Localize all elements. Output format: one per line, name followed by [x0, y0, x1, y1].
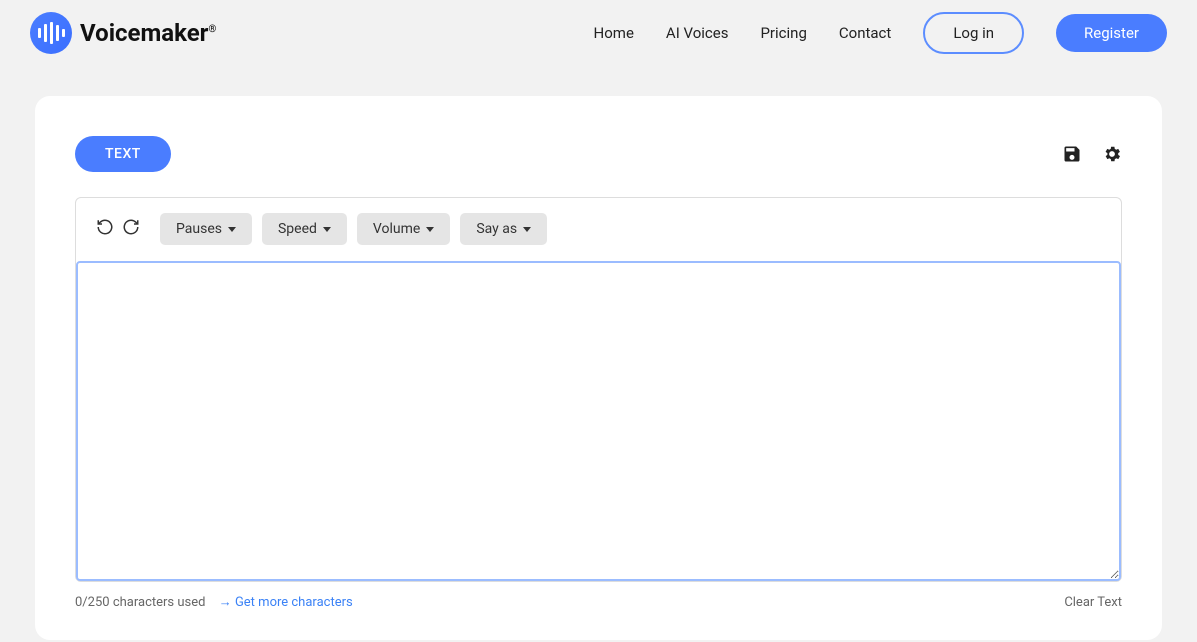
editor-box: Pauses Speed Volume Say as — [75, 197, 1122, 582]
chevron-down-icon — [228, 227, 236, 232]
text-input[interactable] — [76, 261, 1121, 581]
chevron-down-icon — [323, 227, 331, 232]
nav-pricing[interactable]: Pricing — [760, 24, 806, 42]
speed-dropdown[interactable]: Speed — [262, 213, 347, 245]
chevron-down-icon — [523, 227, 531, 232]
nav-home[interactable]: Home — [594, 24, 634, 42]
gear-icon[interactable] — [1102, 144, 1122, 164]
register-button[interactable]: Register — [1056, 14, 1167, 52]
arrow-right-icon: → — [219, 595, 232, 610]
panel-top-row: TEXT — [75, 136, 1122, 172]
nav-ai-voices[interactable]: AI Voices — [666, 24, 729, 42]
redo-icon[interactable] — [122, 218, 140, 240]
undo-icon[interactable] — [96, 218, 114, 240]
char-count-label: 0/250 characters used — [75, 595, 205, 610]
say-as-dropdown[interactable]: Say as — [460, 213, 547, 245]
login-button[interactable]: Log in — [923, 12, 1024, 54]
tab-text[interactable]: TEXT — [75, 136, 171, 172]
pauses-dropdown[interactable]: Pauses — [160, 213, 252, 245]
nav-contact[interactable]: Contact — [839, 24, 891, 42]
header: Voicemaker® Home AI Voices Pricing Conta… — [0, 0, 1197, 66]
clear-text-button[interactable]: Clear Text — [1064, 595, 1122, 610]
main-panel: TEXT Pauses Sp — [35, 96, 1162, 640]
panel-top-icons — [1062, 144, 1122, 164]
editor-footer: 0/250 characters used → Get more charact… — [75, 594, 1122, 610]
nav: Home AI Voices Pricing Contact Log in Re… — [594, 12, 1167, 54]
logo-icon — [30, 12, 72, 54]
undo-redo-group — [96, 218, 140, 240]
chevron-down-icon — [426, 227, 434, 232]
brand-name: Voicemaker® — [80, 19, 216, 47]
brand-logo[interactable]: Voicemaker® — [30, 12, 216, 54]
volume-dropdown[interactable]: Volume — [357, 213, 450, 245]
editor-toolbar: Pauses Speed Volume Say as — [76, 198, 1121, 261]
save-icon[interactable] — [1062, 144, 1082, 164]
get-more-characters-link[interactable]: → Get more characters — [219, 595, 353, 610]
